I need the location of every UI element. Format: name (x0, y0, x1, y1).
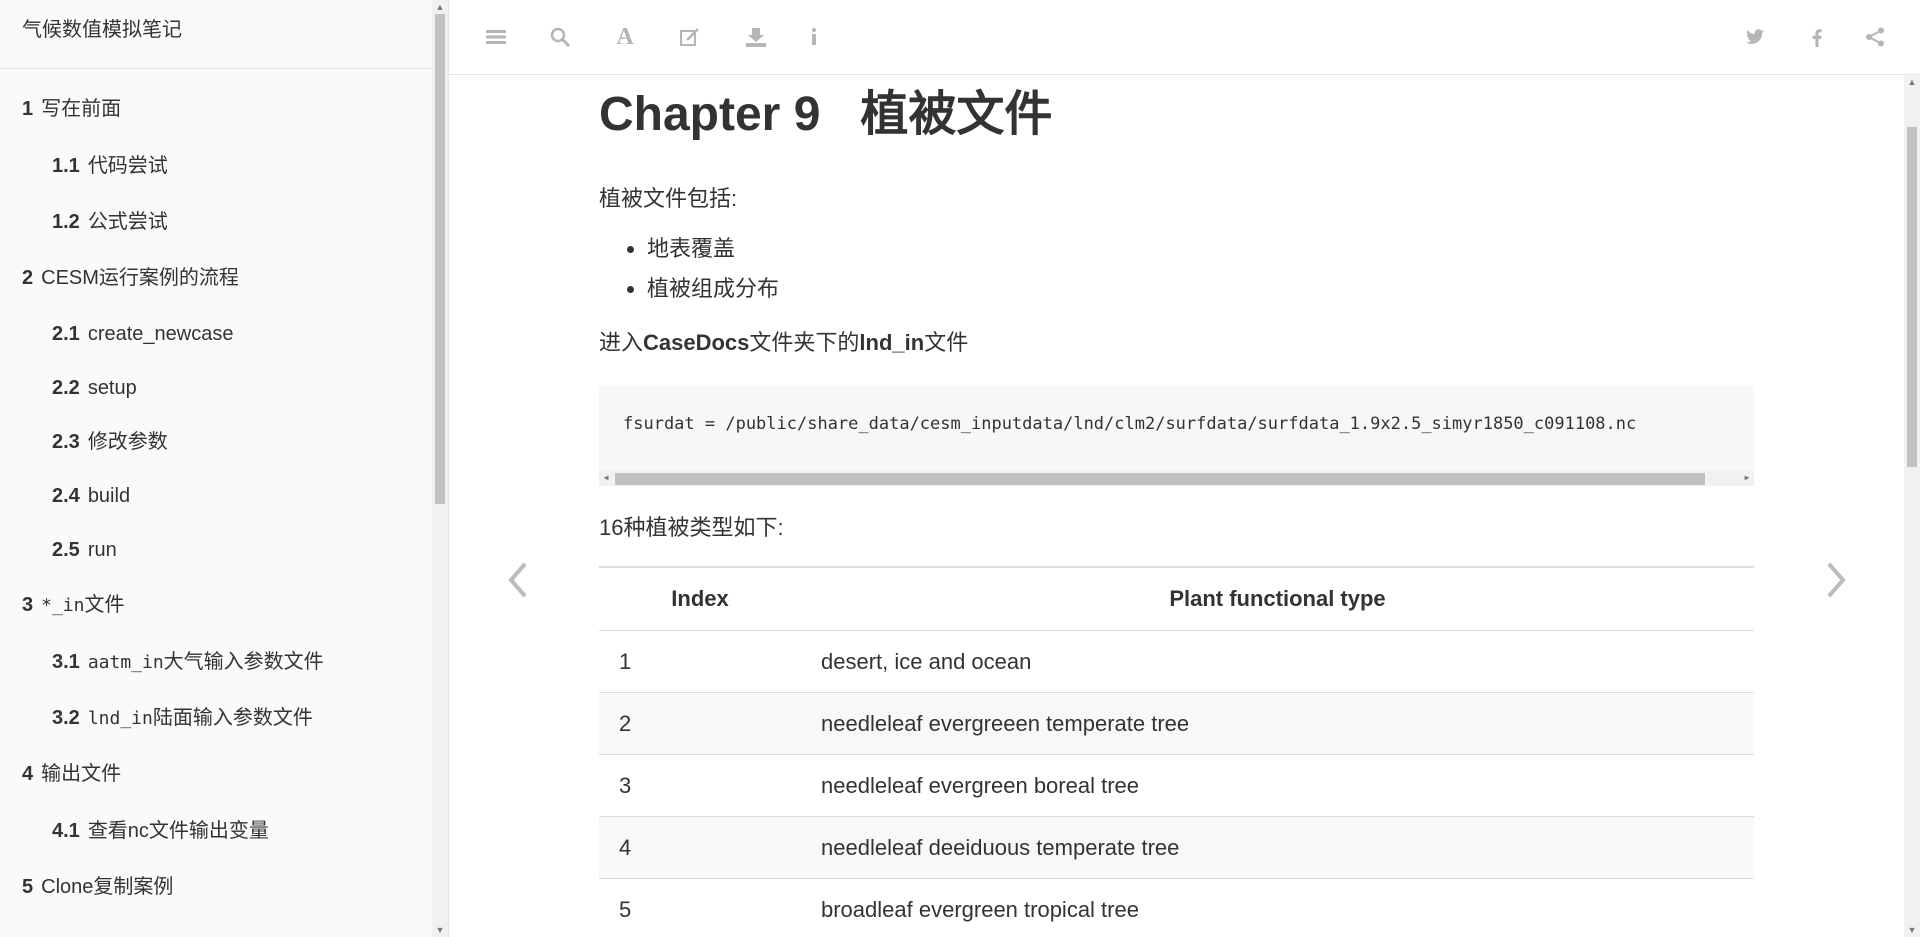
sidebar-scroll-thumb[interactable] (435, 14, 445, 504)
sidebar: 气候数值模拟笔记 1 写在前面 1.1 代码尝试 1.2 公式尝试 2 CESM运行案例… (0, 0, 449, 937)
facebook-icon[interactable] (1802, 22, 1832, 52)
code-horizontal-scrollbar[interactable]: ◀ ▶ (599, 470, 1754, 486)
toc-item-4-1[interactable]: 4.1 查看nc文件输出变量 (0, 803, 448, 859)
list-item: 植被组成分布 (647, 269, 1754, 309)
toc-item-2-5[interactable]: 2.5 run (0, 523, 448, 577)
table-row: 2 needleleaf evergreeen temperate tree (599, 692, 1754, 755)
next-page-chevron-right-icon[interactable] (1815, 550, 1855, 610)
menu-icon[interactable] (481, 22, 511, 52)
toc-item-1[interactable]: 1 写在前面 (0, 81, 448, 138)
toc-item-3-1[interactable]: 3.1 aatm_in大气输入参数文件 (0, 634, 448, 690)
index-cell: 4 (599, 816, 801, 879)
pft-cell: needleleaf deeiduous temperate tree (801, 816, 1754, 879)
page-vertical-scrollbar[interactable]: ▲ ▼ (1904, 75, 1920, 937)
prev-page-chevron-left-icon[interactable] (499, 550, 539, 610)
toc-item-2-3[interactable]: 2.3 修改参数 (0, 415, 448, 469)
toc-item-4[interactable]: 4 输出文件 (0, 746, 448, 803)
book-title[interactable]: 气候数值模拟笔记 (0, 0, 448, 69)
pft-cell: needleleaf evergreeen temperate tree (801, 692, 1754, 755)
code-line: fsurdat = /public/share_data/cesm_inputd… (623, 414, 1637, 434)
share-icon[interactable] (1860, 22, 1890, 52)
toc-item-2-1[interactable]: 2.1 create_newcase (0, 307, 448, 361)
toc-item-2-2[interactable]: 2.2 setup (0, 361, 448, 415)
edit-icon[interactable] (675, 22, 705, 52)
table-row: 5 broadleaf evergreen tropical tree (599, 878, 1754, 937)
toc-item-1-2[interactable]: 1.2 公式尝试 (0, 194, 448, 250)
main-content: Chapter 9 植被文件 植被文件包括: 地表覆盖 植被组成分布 进入Cas… (449, 75, 1904, 937)
font-icon[interactable]: A (610, 22, 640, 52)
index-cell: 2 (599, 692, 801, 755)
table-row: 4 needleleaf deeiduous temperate tree (599, 816, 1754, 879)
toc-item-2-4[interactable]: 2.4 build (0, 469, 448, 523)
scroll-up-arrow-icon[interactable]: ▲ (1904, 75, 1920, 89)
toc-item-2[interactable]: 2 CESM运行案例的流程 (0, 250, 448, 307)
twitter-icon[interactable] (1740, 22, 1770, 52)
chapter-content: Chapter 9 植被文件 植被文件包括: 地表覆盖 植被组成分布 进入Cas… (599, 75, 1754, 937)
scroll-right-arrow-icon[interactable]: ▶ (1740, 470, 1754, 486)
toc-item-5[interactable]: 5 Clone复制案例 (0, 859, 448, 916)
index-cell: 3 (599, 754, 801, 817)
code-block: fsurdat = /public/share_data/cesm_inputd… (599, 386, 1754, 486)
intro-paragraph: 植被文件包括: (599, 186, 738, 211)
table-row: 1 desert, ice and ocean (599, 630, 1754, 693)
column-header-index: Index (599, 567, 801, 631)
pft-cell: needleleaf evergreen boreal tree (801, 754, 1754, 817)
table-of-contents: 1 写在前面 1.1 代码尝试 1.2 公式尝试 2 CESM运行案例的流程 2.1 cr… (0, 69, 448, 916)
plant-functional-type-table: Index Plant functional type 1 desert, ic… (599, 566, 1754, 937)
scroll-down-arrow-icon[interactable]: ▼ (432, 923, 448, 937)
toolbar: A (449, 0, 1920, 75)
chapter-title: Chapter 9 植被文件 (599, 88, 1053, 141)
enter-casedocs-paragraph: 进入CaseDocs文件夹下的lnd_in文件 (599, 330, 969, 355)
toc-item-3[interactable]: 3 *_in文件 (0, 577, 448, 634)
scroll-down-arrow-icon[interactable]: ▼ (1904, 923, 1920, 937)
vegetation-file-list: 地表覆盖 植被组成分布 (599, 229, 1754, 309)
info-icon[interactable] (799, 22, 829, 52)
table-header-row: Index Plant functional type (599, 567, 1754, 631)
pft-cell: desert, ice and ocean (801, 630, 1754, 693)
table-row: 3 needleleaf evergreen boreal tree (599, 754, 1754, 817)
page-scroll-thumb[interactable] (1907, 127, 1917, 467)
scroll-left-arrow-icon[interactable]: ◀ (599, 470, 613, 486)
toc-item-1-1[interactable]: 1.1 代码尝试 (0, 138, 448, 194)
code-scroll-thumb[interactable] (615, 473, 1705, 485)
toc-item-3-2[interactable]: 3.2 lnd_in陆面输入参数文件 (0, 690, 448, 746)
scroll-up-arrow-icon[interactable]: ▲ (432, 0, 448, 14)
sidebar-scrollbar[interactable]: ▲ ▼ (432, 0, 448, 937)
types-intro-paragraph: 16种植被类型如下: (599, 515, 784, 540)
index-cell: 5 (599, 878, 801, 937)
column-header-pft: Plant functional type (801, 567, 1754, 631)
download-icon[interactable] (741, 22, 771, 52)
pft-cell: broadleaf evergreen tropical tree (801, 878, 1754, 937)
list-item: 地表覆盖 (647, 229, 1754, 269)
index-cell: 1 (599, 630, 801, 693)
search-icon[interactable] (545, 22, 575, 52)
